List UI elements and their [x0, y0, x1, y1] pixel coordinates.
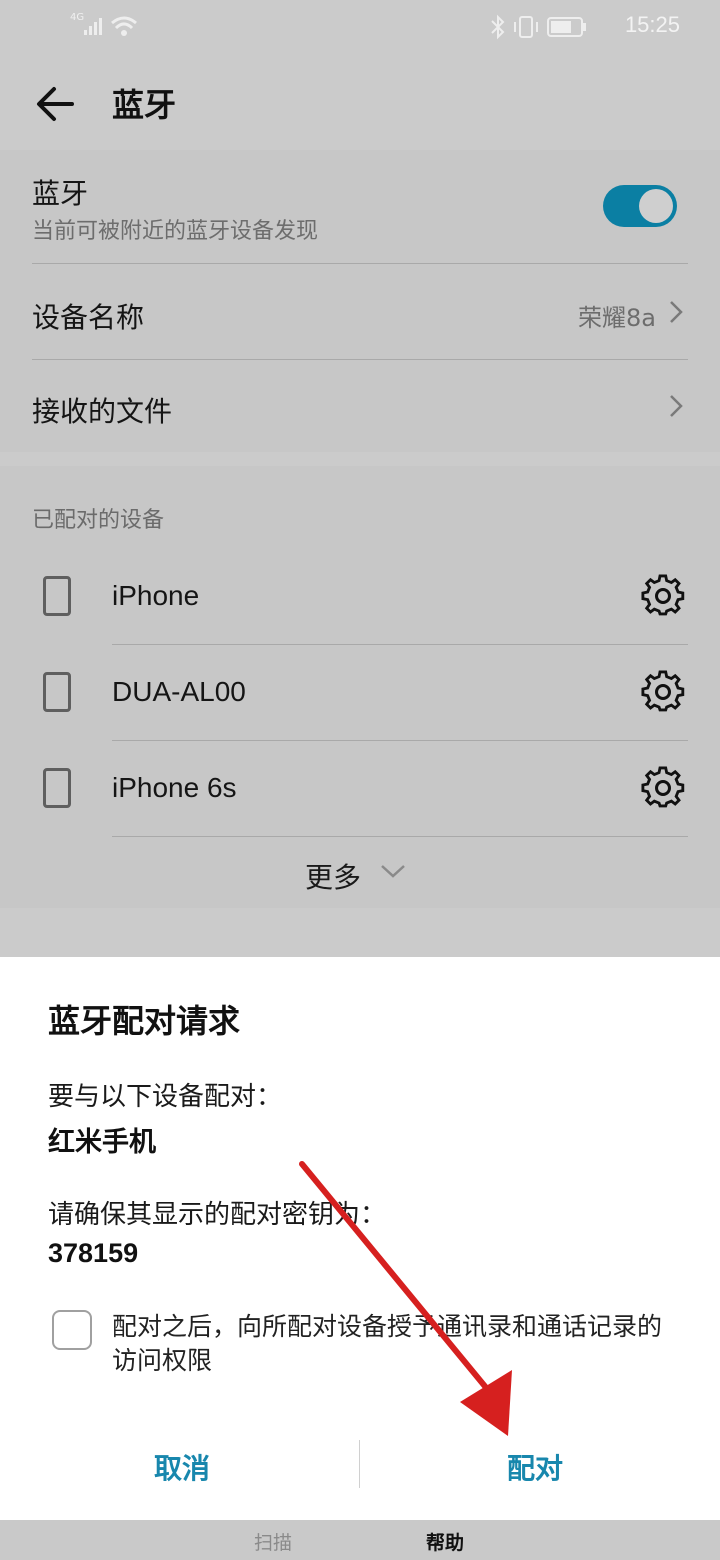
dialog-title: 蓝牙配对请求: [48, 1002, 241, 1040]
pairing-key: 378159: [48, 1238, 139, 1268]
divider: [112, 836, 688, 837]
pair-device-name: 红米手机: [48, 1127, 156, 1158]
device-name-value: 荣耀8a: [578, 304, 656, 332]
status-bar: 4G 15:25: [0, 0, 720, 56]
received-files-label: 接收的文件: [32, 395, 173, 428]
device-name-label: 设备名称: [32, 301, 145, 334]
gear-icon[interactable]: [641, 574, 685, 618]
toggle-knob: [639, 189, 673, 223]
battery-icon: [547, 17, 586, 37]
paired-device-row[interactable]: [0, 741, 720, 836]
more-label: 更多: [305, 861, 362, 894]
phone-icon: [43, 576, 71, 616]
bluetooth-toggle[interactable]: [603, 185, 677, 227]
bluetooth-label: 蓝牙: [32, 177, 89, 210]
wifi-icon: [111, 16, 137, 36]
paired-device-name: DUA-AL00: [112, 676, 246, 707]
gear-icon[interactable]: [641, 766, 685, 810]
gear-icon[interactable]: [641, 670, 685, 714]
permission-checkbox[interactable]: [52, 1310, 92, 1350]
pair-prompt: 要与以下设备配对：: [48, 1082, 283, 1112]
clock: 15:25: [624, 12, 680, 37]
bluetooth-subtitle: 当前可被附近的蓝牙设备发现: [32, 219, 319, 244]
bottom-action-bar: [0, 1520, 720, 1560]
phone-icon: [43, 672, 71, 712]
paired-section-title: 已配对的设备: [32, 508, 165, 533]
annotation-arrow: [299, 1161, 512, 1436]
paired-device-row[interactable]: [0, 550, 720, 644]
chevron-down-icon: [381, 865, 405, 878]
help-tab[interactable]: 帮助: [426, 1528, 464, 1555]
phone-icon: [43, 768, 71, 808]
chevron-right-icon: [670, 301, 683, 323]
page-title: 蓝牙: [112, 86, 177, 124]
bluetooth-icon: [491, 14, 505, 40]
chevron-right-icon: [670, 395, 683, 417]
cancel-label: 取消: [154, 1452, 211, 1485]
vibrate-icon: [514, 16, 538, 38]
scan-tab[interactable]: 扫描: [254, 1528, 292, 1555]
signal-icon: [84, 18, 102, 35]
paired-device-name: iPhone: [112, 580, 200, 611]
pair-label: 配对: [507, 1452, 564, 1485]
paired-device-name: iPhone 6s: [112, 772, 237, 803]
paired-device-row[interactable]: [0, 645, 720, 740]
back-arrow-icon[interactable]: [32, 80, 80, 128]
